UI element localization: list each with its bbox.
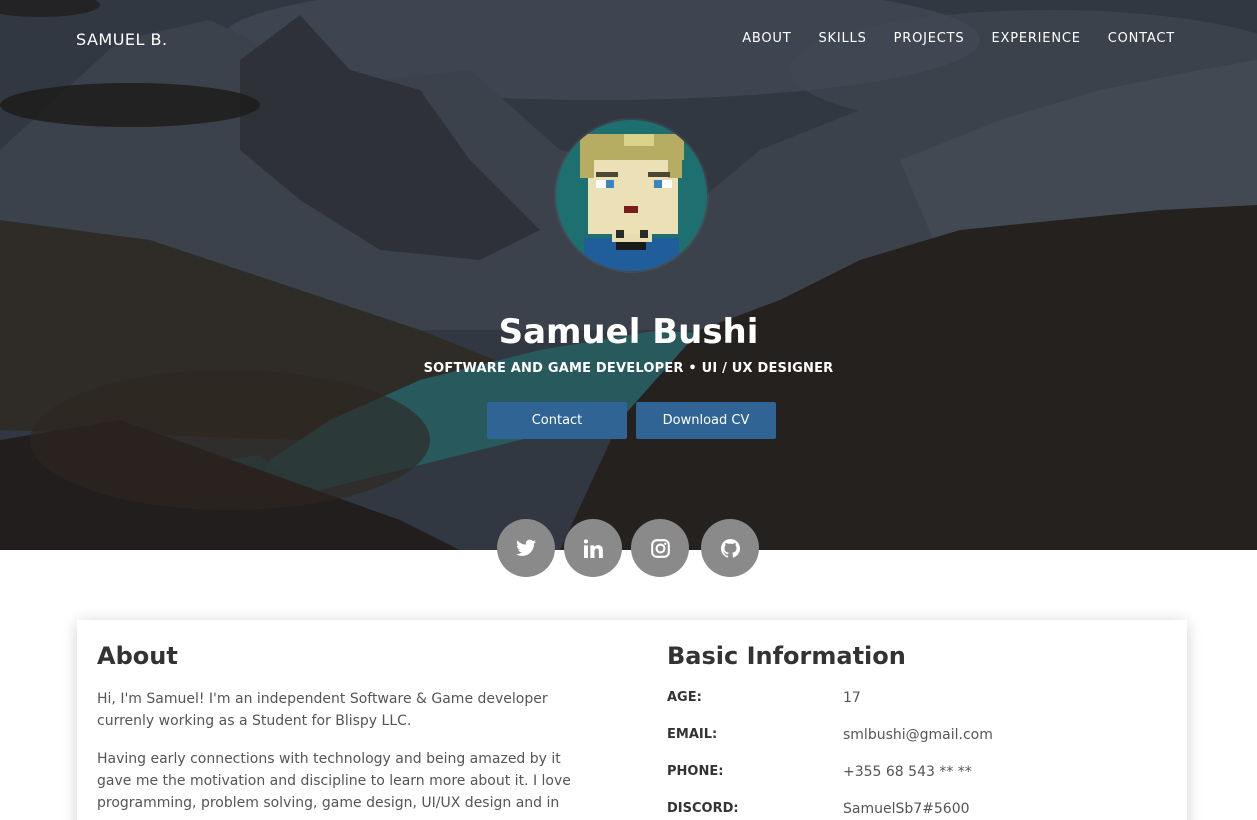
main-nav: ABOUT SKILLS PROJECTS EXPERIENCE CONTACT [715, 31, 1175, 46]
info-value: SamuelSb7#5600 [843, 801, 970, 817]
info-label: EMAIL: [667, 727, 718, 742]
info-label: DISCORD: [667, 801, 739, 816]
info-row-phone: PHONE: +355 68 543 ** ** [667, 764, 1167, 784]
profile-subtitle: SOFTWARE AND GAME DEVELOPER • UI / UX DE… [423, 361, 834, 376]
info-value: smlbushi@gmail.com [843, 727, 993, 743]
info-value: 17 [843, 690, 861, 706]
info-label: AGE: [667, 690, 702, 705]
instagram-button[interactable] [631, 519, 689, 577]
github-button[interactable] [701, 519, 759, 577]
download-cv-button[interactable]: Download CV [636, 402, 776, 439]
nav-experience[interactable]: EXPERIENCE [991, 31, 1080, 46]
profile-name: Samuel Bushi [498, 312, 759, 352]
nav-projects[interactable]: PROJECTS [894, 31, 965, 46]
about-paragraph-2: Having early connections with technology… [97, 751, 571, 811]
nav-about[interactable]: ABOUT [742, 31, 791, 46]
about-paragraph-1: Hi, I'm Samuel! I'm an independent Softw… [97, 691, 548, 729]
info-row-age: AGE: 17 [667, 690, 1167, 710]
instagram-icon [650, 538, 670, 558]
nav-skills[interactable]: SKILLS [818, 31, 866, 46]
avatar [556, 120, 707, 271]
hero-section: SAMUEL B. ABOUT SKILLS PROJECTS EXPERIEN… [0, 0, 1257, 550]
twitter-button[interactable] [497, 519, 555, 577]
pixel-avatar-image [556, 120, 707, 271]
linkedin-button[interactable] [564, 519, 622, 577]
info-label: PHONE: [667, 764, 724, 779]
info-row-discord: DISCORD: SamuelSb7#5600 [667, 801, 1167, 820]
github-icon [720, 538, 740, 558]
contact-button[interactable]: Contact [487, 402, 627, 439]
basic-info-title: Basic Information [667, 642, 906, 670]
twitter-icon [516, 539, 536, 556]
mountain-background-image [0, 0, 1257, 550]
linkedin-icon [583, 538, 603, 558]
about-title: About [97, 642, 178, 670]
info-row-email: EMAIL: smlbushi@gmail.com [667, 727, 1167, 747]
brand-logo[interactable]: SAMUEL B. [76, 30, 168, 49]
about-card: About Hi, I'm Samuel! I'm an independent… [77, 620, 1187, 820]
nav-contact[interactable]: CONTACT [1108, 31, 1175, 46]
info-value: +355 68 543 ** ** [843, 764, 972, 780]
